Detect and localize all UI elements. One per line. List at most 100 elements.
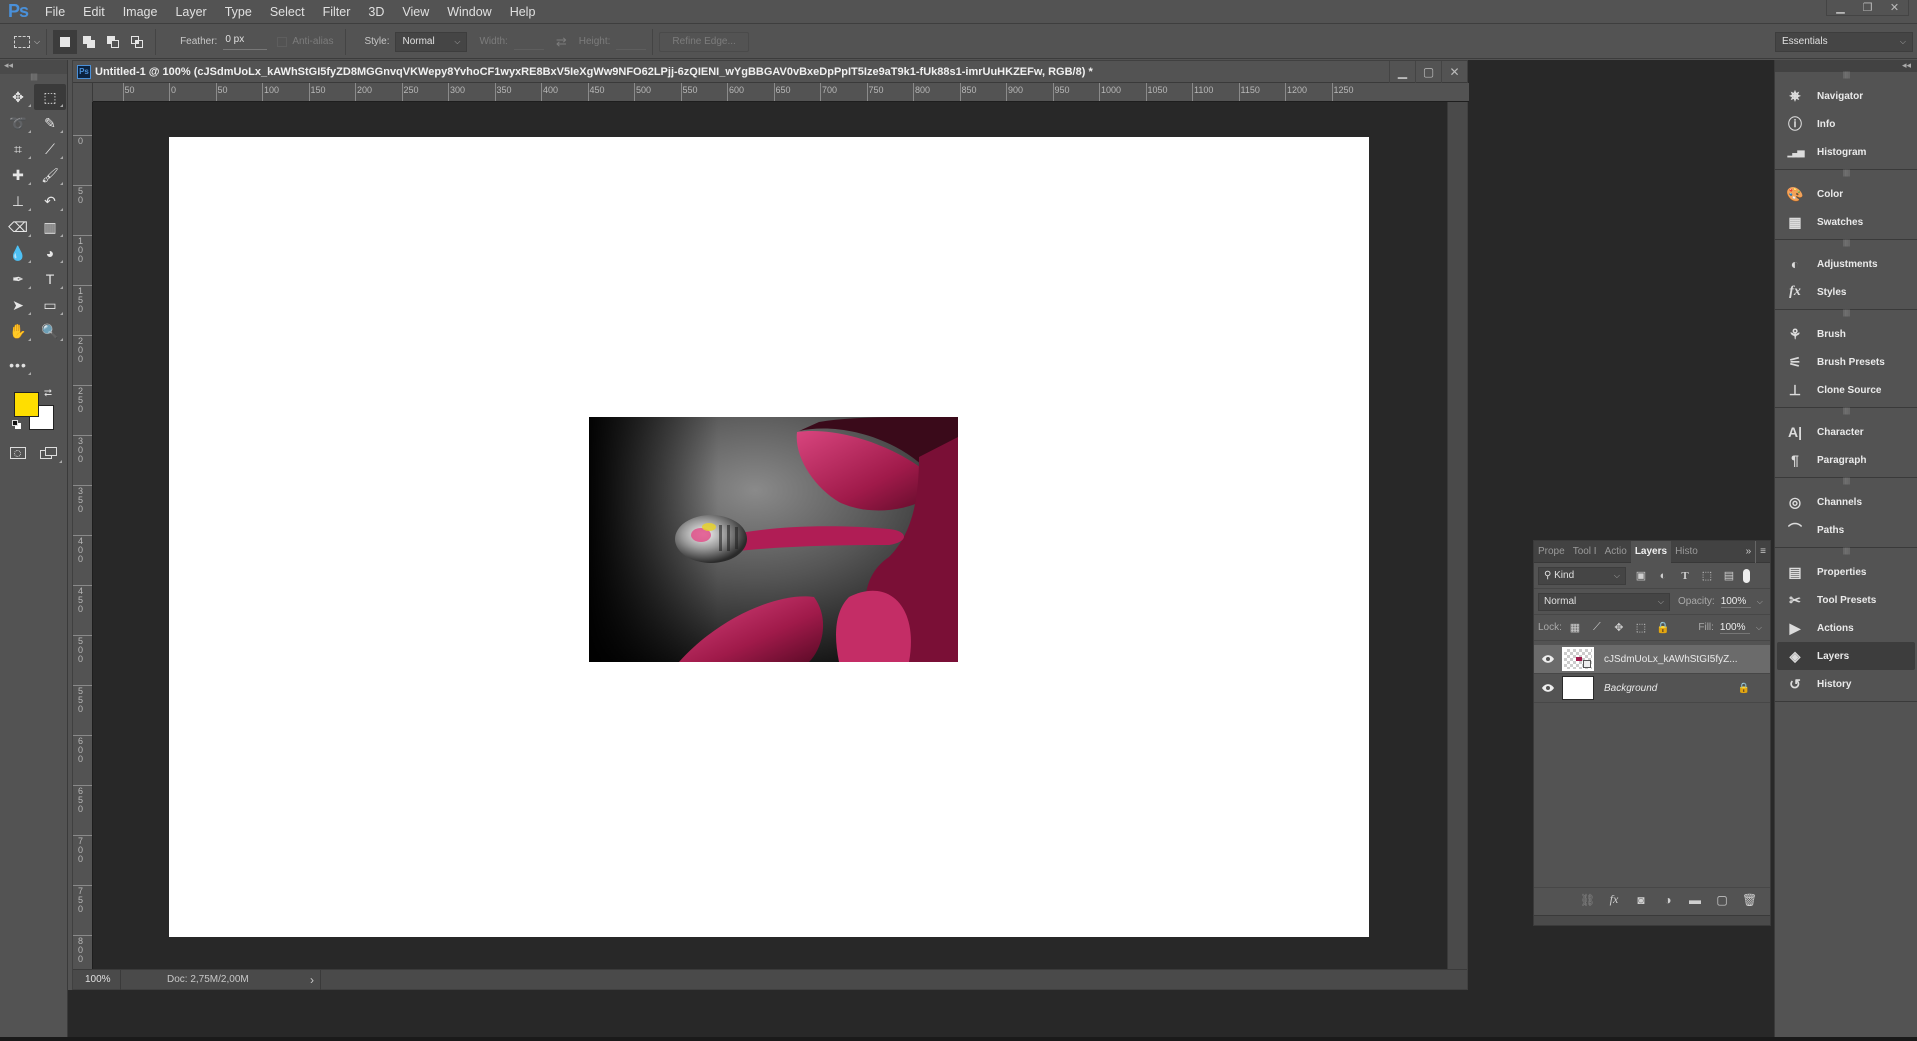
clone-stamp-tool[interactable]: ⊥ [2,188,34,214]
lock-all-icon[interactable]: 🔒 [1656,621,1670,635]
menu-filter[interactable]: Filter [314,5,360,19]
antialias-checkbox[interactable] [277,36,288,47]
brush-tool[interactable]: 🖌 [34,162,66,188]
quick-selection-tool[interactable]: ✎ [34,110,66,136]
horizontal-ruler[interactable]: 50 0 50 100 150 200 250 300 350 400 450 500 550 600 65… [93,83,1469,102]
dock-item-styles[interactable]: fx Styles [1777,278,1915,306]
visibility-eye-icon[interactable] [1534,654,1562,664]
dock-item-brush-presets[interactable]: ⚟ Brush Presets [1777,348,1915,376]
add-mask-icon[interactable]: ◙ [1634,893,1648,907]
tab-history[interactable]: Histo [1671,541,1702,563]
zoom-tool[interactable]: 🔍 [34,318,66,344]
menu-select[interactable]: Select [261,5,314,19]
filter-shape-layers-icon[interactable]: ⬚ [1700,569,1714,583]
dock-item-properties[interactable]: ▤ Properties [1777,558,1915,586]
close-icon[interactable]: ✕ [1881,0,1908,15]
dodge-tool[interactable]: ◕ [34,240,66,266]
vertical-scrollbar[interactable] [1447,102,1467,970]
link-layers-icon[interactable]: ⛓ [1580,893,1595,907]
path-selection-tool[interactable]: ➤ [2,292,34,318]
lock-artboard-icon[interactable]: ⬚ [1634,621,1648,635]
add-to-selection-button[interactable] [77,30,101,54]
dock-item-clone-source[interactable]: ⊥ Clone Source [1777,376,1915,404]
new-selection-button[interactable] [53,29,78,54]
layer-row-smart-object[interactable]: cJSdmUoLx_kAWhStGI5fyZ... [1534,645,1770,674]
blur-tool[interactable]: 💧 [2,240,34,266]
tool-preset-picker[interactable]: ⌵ [14,35,40,48]
quick-mask-button[interactable] [2,440,34,466]
lock-image-pixels-icon[interactable]: ⟋ [1590,621,1604,635]
workspace-switcher[interactable]: Essentials ⌵ [1775,31,1913,52]
vertical-ruler[interactable]: 0 50 100 150 200 250 300 350 400 450 500 550 600 650 7… [73,102,93,970]
panel-menu-icon[interactable]: ≡ [1755,540,1770,563]
panel-grip[interactable]: |||||||| [1777,478,1915,488]
panel-resize-grip[interactable] [1534,915,1770,925]
menu-view[interactable]: View [393,5,438,19]
gradient-tool[interactable]: ▥ [34,214,66,240]
dock-item-navigator[interactable]: ✵ Navigator [1777,82,1915,110]
layer-filter-kind-select[interactable]: ⚲ Kind ⌵ [1538,566,1626,585]
tab-actions[interactable]: Actio [1601,541,1631,563]
dock-item-tool-presets[interactable]: ✂ Tool Presets [1777,586,1915,614]
eraser-tool[interactable]: ⌫ [2,214,34,240]
pen-tool[interactable]: ✒ [2,266,34,292]
collapse-dock-icon[interactable]: ◂◂ [1775,60,1917,72]
filter-toggle-switch[interactable] [1743,568,1750,583]
panel-grip[interactable]: |||||||| [1777,170,1915,180]
chevron-down-icon[interactable]: ⌵ [1756,623,1762,633]
filter-adjustment-layers-icon[interactable]: ◐ [1656,569,1670,583]
layer-lock-icon[interactable]: 🔒 [1738,683,1750,694]
height-input[interactable] [616,34,647,50]
panel-grip[interactable]: |||||||| [1777,240,1915,250]
delete-icon[interactable]: 🗑 [1742,893,1757,907]
zoom-level-field[interactable]: 100% [73,969,121,990]
dock-item-actions[interactable]: ▶ Actions [1777,614,1915,642]
eyedropper-tool[interactable]: ⟋ [34,136,66,162]
hand-tool[interactable]: ✋ [2,318,34,344]
intersect-selection-button[interactable] [125,30,149,54]
document-tab[interactable]: Ps Untitled-1 @ 100% (cJSdmUoLx_kAWhStGI… [73,61,1467,83]
ruler-origin[interactable] [73,83,93,102]
lock-position-icon[interactable]: ✥ [1612,621,1626,635]
dock-item-swatches[interactable]: ▦ Swatches [1777,208,1915,236]
rectangle-tool[interactable]: ▭ [34,292,66,318]
subtract-from-selection-button[interactable] [101,30,125,54]
dock-item-history[interactable]: ↺ History [1777,670,1915,698]
panel-grip[interactable]: |||||||| [1777,310,1915,320]
opacity-input[interactable]: 100% [1720,596,1751,608]
healing-brush-tool[interactable]: ✚ [2,162,34,188]
visibility-eye-icon[interactable] [1534,683,1562,693]
panel-grip[interactable]: |||||||| [1777,548,1915,558]
dock-item-layers[interactable]: ◈ Layers [1777,642,1915,670]
panel-grip[interactable]: |||||||| [1777,408,1915,418]
restore-icon[interactable]: ❐ [1854,0,1881,15]
menu-3d[interactable]: 3D [359,5,393,19]
width-input[interactable] [513,34,544,50]
default-colors-icon[interactable] [12,420,22,430]
menu-edit[interactable]: Edit [74,5,114,19]
menu-type[interactable]: Type [216,5,261,19]
filter-type-layers-icon[interactable]: T [1678,569,1692,583]
expand-panels-icon[interactable]: » [1742,541,1756,563]
rectangular-marquee-tool[interactable]: ⬚ [34,84,66,110]
filter-pixel-layers-icon[interactable]: ▣ [1634,569,1648,583]
dock-item-paths[interactable]: ⌒ Paths [1777,516,1915,544]
status-menu-chevron-icon[interactable]: › [304,969,321,990]
move-tool[interactable]: ✥ [2,84,34,110]
dock-item-channels[interactable]: ◎ Channels [1777,488,1915,516]
refine-edge-button[interactable]: Refine Edge... [659,31,749,52]
crop-tool[interactable]: ⌗ [2,136,34,162]
dock-item-info[interactable]: ⓘ Info [1777,110,1915,138]
chevron-down-icon[interactable]: ⌵ [1757,597,1763,607]
dock-item-paragraph[interactable]: ¶ Paragraph [1777,446,1915,474]
edit-toolbar-button[interactable]: ••• [2,352,34,378]
tab-tool-presets[interactable]: Tool I [1569,541,1601,563]
blend-mode-select[interactable]: Normal ⌵ [1538,592,1670,611]
dock-item-histogram[interactable]: ▁▃▅ Histogram [1777,138,1915,166]
menu-image[interactable]: Image [114,5,167,19]
minimize-document-icon[interactable]: ▁ [1389,61,1415,83]
tab-properties[interactable]: Prope [1534,541,1569,563]
menu-window[interactable]: Window [438,5,500,19]
style-select[interactable]: Normal ⌵ [395,31,468,52]
menu-layer[interactable]: Layer [166,5,215,19]
